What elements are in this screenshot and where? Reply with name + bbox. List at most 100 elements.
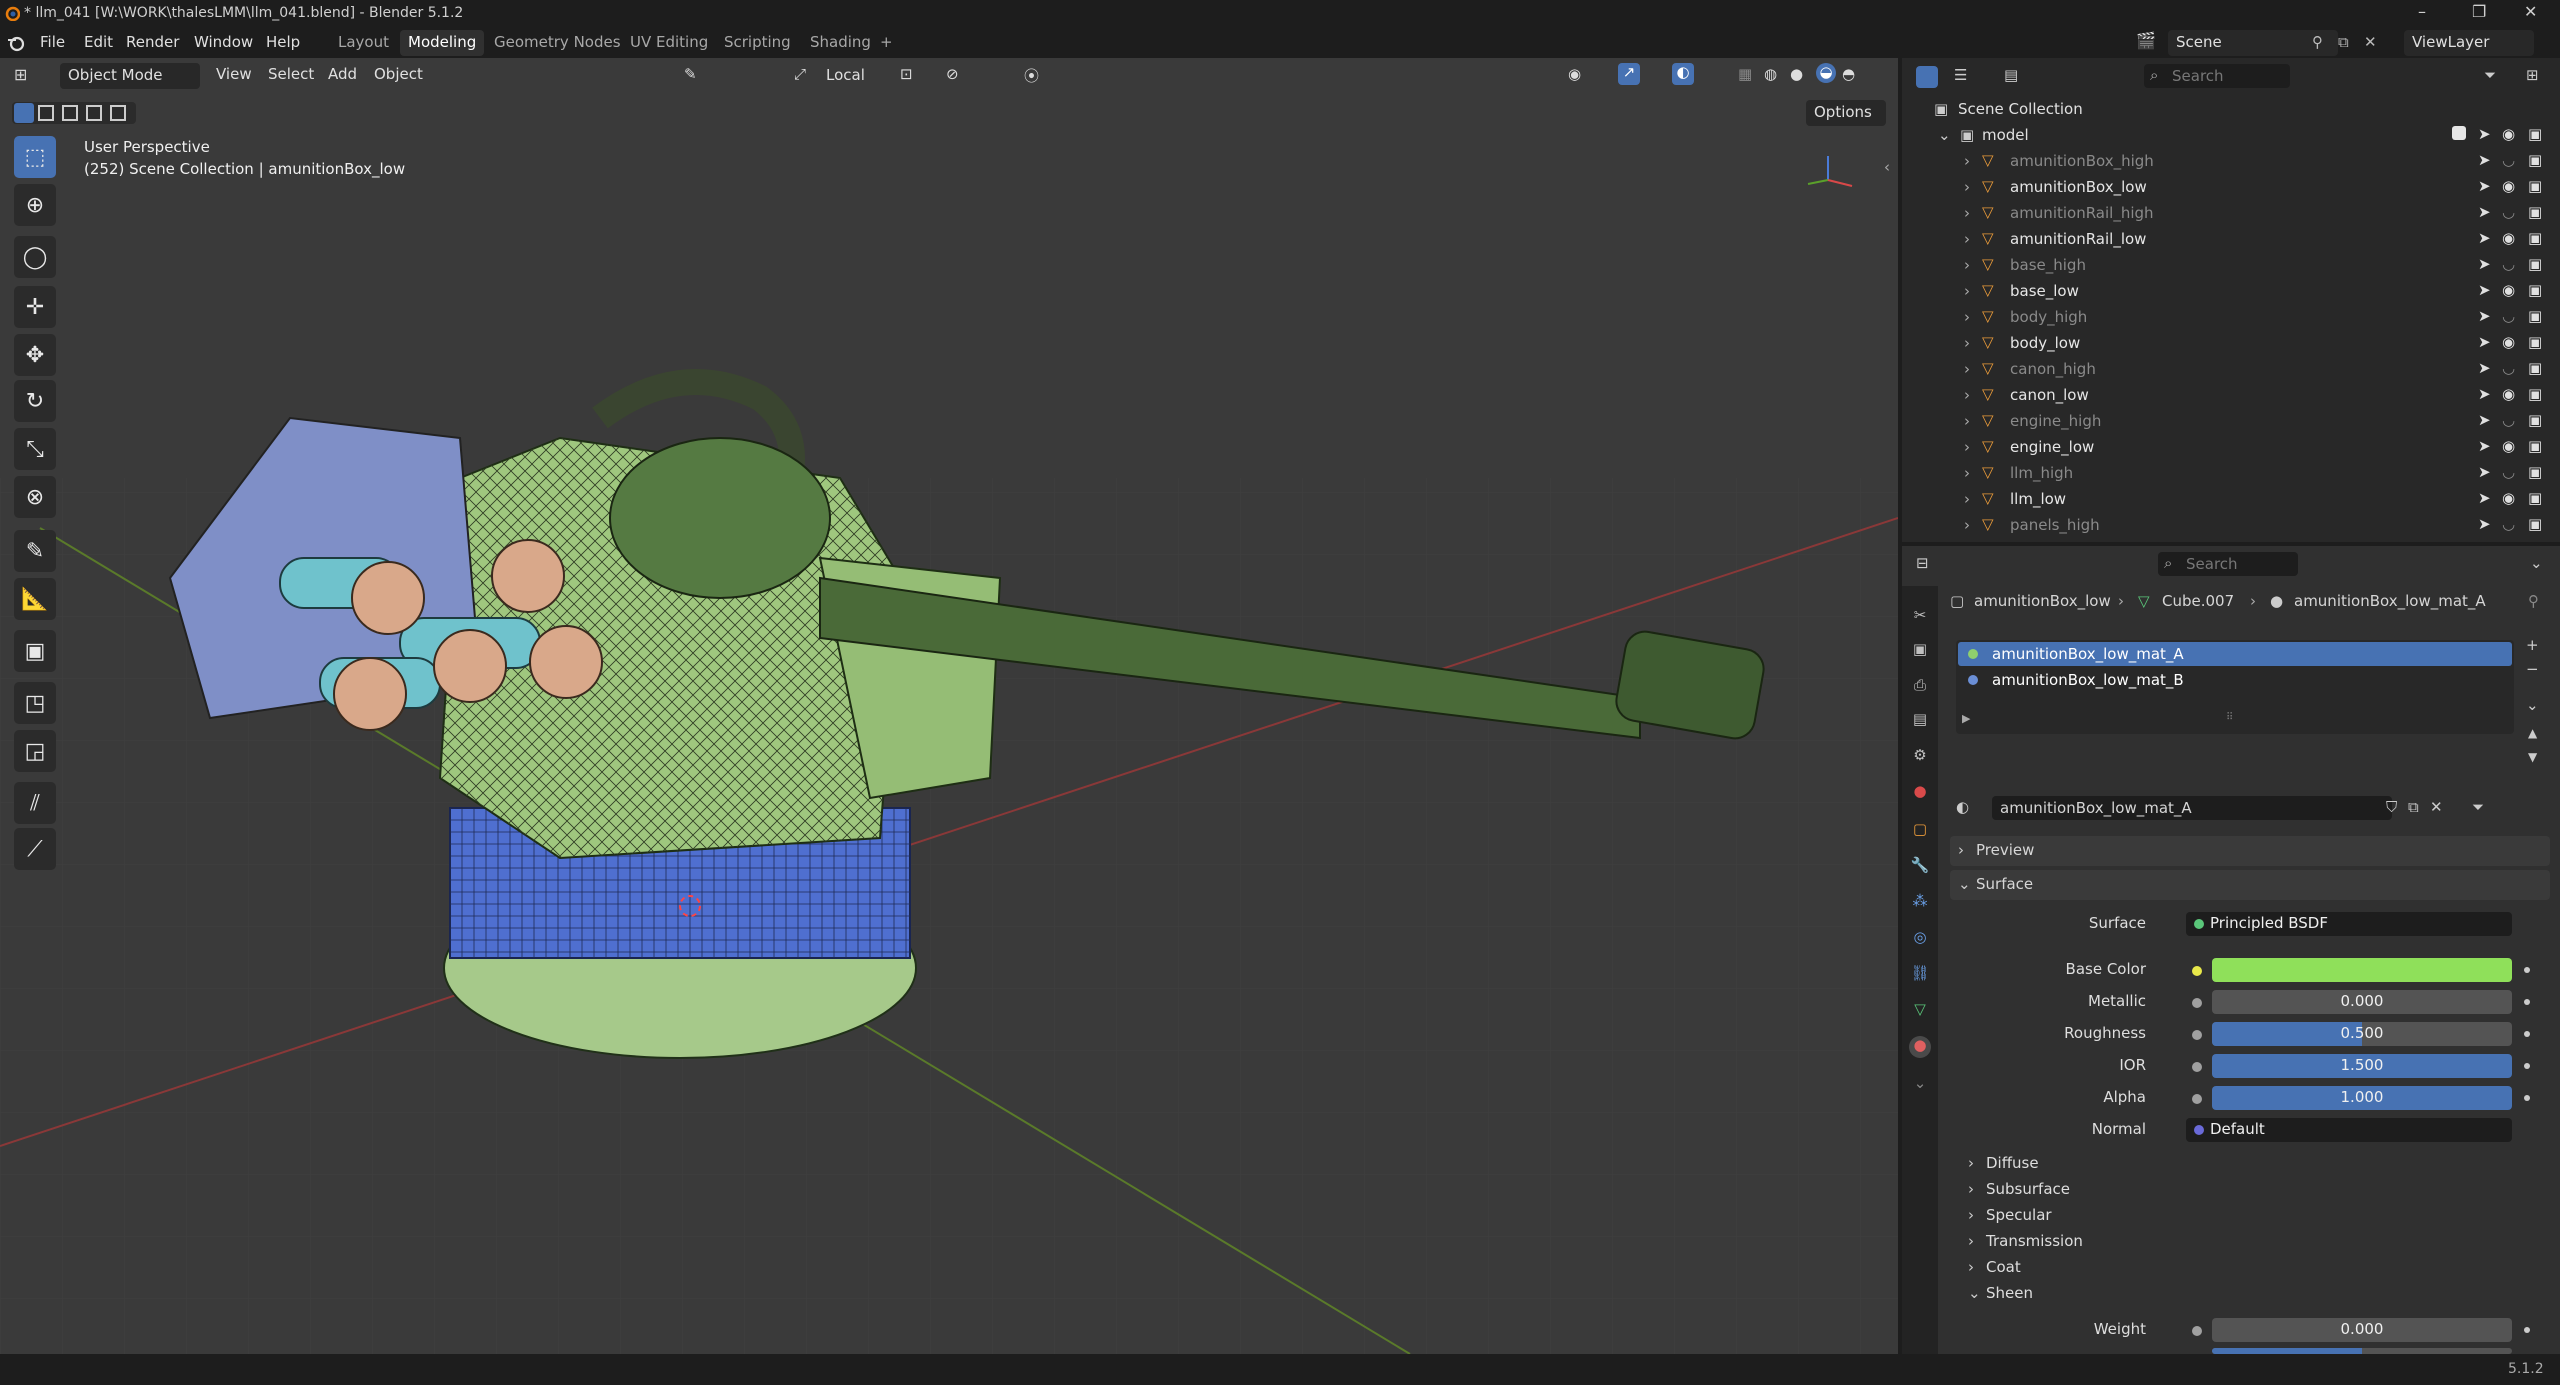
constraints-tab-icon[interactable]: ⛓ — [1909, 964, 1931, 986]
eye-closed-icon[interactable]: ◡ — [2502, 255, 2515, 273]
particles-tab-icon[interactable]: ⁂ — [1909, 892, 1931, 914]
chevron-right-icon[interactable]: › — [1964, 490, 1970, 508]
outliner-item-amunitionBox_high[interactable]: › ▽ amunitionBox_high ➤ ◡ ▣ — [1902, 148, 2560, 174]
move-tool-icon[interactable]: ✥ — [14, 334, 56, 376]
select-arrow-icon[interactable]: ➤ — [2478, 203, 2491, 221]
select-intersect-icon[interactable] — [110, 105, 126, 121]
keyframe-dot-icon[interactable] — [2524, 1327, 2530, 1333]
outliner-editor-icon[interactable] — [1916, 66, 1938, 88]
camera-icon[interactable]: ▣ — [2528, 489, 2542, 507]
gizmo-toggle-icon[interactable]: ↗ — [1618, 63, 1640, 85]
filter-icon[interactable]: ⏷ — [2472, 798, 2484, 816]
camera-icon[interactable]: ▣ — [2528, 125, 2542, 143]
cursor-tool-icon[interactable]: ⊕ — [14, 184, 56, 226]
scene-tab-icon[interactable]: ⚙ — [1909, 746, 1931, 768]
tab-modeling[interactable]: Modeling — [400, 30, 485, 56]
tool-tab-icon[interactable]: ✂ — [1909, 606, 1931, 628]
chevron-down-icon[interactable]: ⌄ — [1938, 126, 1951, 144]
select-arrow-icon[interactable]: ➤ — [2478, 385, 2491, 403]
eye-closed-icon[interactable]: ◡ — [2502, 151, 2515, 169]
select-subtract-icon[interactable] — [62, 105, 78, 121]
remove-scene-icon[interactable]: ✕ — [2364, 33, 2377, 51]
new-collection-icon[interactable]: ⊞ — [2526, 66, 2539, 84]
eye-icon[interactable]: ◉ — [2502, 489, 2515, 507]
chevron-right-icon[interactable]: › — [1964, 412, 1970, 430]
move-up-icon[interactable]: ▲ — [2528, 726, 2537, 740]
add-cube-tool-icon[interactable]: ▣ — [14, 630, 56, 672]
keyframe-dot-icon[interactable] — [2524, 1095, 2530, 1101]
value-socket-icon[interactable] — [2192, 1062, 2202, 1072]
keyframe-dot-icon[interactable] — [2524, 1063, 2530, 1069]
tab-layout[interactable]: Layout — [330, 30, 397, 56]
chevron-right-icon[interactable]: › — [1964, 230, 1970, 248]
surface-shader-field[interactable]: Principled BSDF — [2186, 912, 2512, 936]
select-arrow-icon[interactable]: ➤ — [2478, 125, 2491, 143]
camera-icon[interactable]: ▣ — [2528, 177, 2542, 195]
select-arrow-icon[interactable]: ➤ — [2478, 489, 2491, 507]
solid-shading-icon[interactable]: ● — [1790, 65, 1803, 83]
camera-icon[interactable]: ▣ — [2528, 333, 2542, 351]
select-arrow-icon[interactable]: ➤ — [2478, 229, 2491, 247]
preview-panel-header[interactable]: › Preview — [1950, 836, 2550, 866]
inset-tool-icon[interactable]: ◳ — [14, 682, 56, 724]
eye-icon[interactable]: ◉ — [2502, 333, 2515, 351]
minimize-icon[interactable]: – — [2418, 2, 2426, 21]
eye-icon[interactable]: ◉ — [2502, 385, 2515, 403]
select-arrow-icon[interactable]: ➤ — [2478, 437, 2491, 455]
add-workspace-button[interactable]: + — [872, 30, 901, 56]
tab-uv-editing[interactable]: UV Editing — [622, 30, 716, 56]
metallic-field[interactable]: 0.000 — [2212, 990, 2512, 1014]
camera-icon[interactable]: ▣ — [2528, 437, 2542, 455]
chevron-right-icon[interactable]: › — [1964, 516, 1970, 534]
modifier-tab-icon[interactable]: 🔧 — [1909, 856, 1931, 878]
outliner-item-engine_high[interactable]: › ▽ engine_high ➤ ◡ ▣ — [1902, 408, 2560, 434]
eye-icon[interactable]: ◉ — [2502, 229, 2515, 247]
visibility-icon[interactable]: ◉ — [1568, 65, 1581, 83]
select-box-tool-icon[interactable]: ⬚ — [14, 136, 56, 178]
eye-icon[interactable]: ◉ — [2502, 177, 2515, 195]
properties-editor-icon[interactable]: ⊟ — [1916, 554, 1929, 572]
surface-panel-header[interactable]: ⌄ Surface — [1950, 870, 2550, 900]
chevron-right-icon[interactable]: › — [1964, 152, 1970, 170]
snap-icon[interactable]: ⊘ — [946, 65, 959, 83]
pivot-icon[interactable]: ⊡ — [900, 65, 913, 83]
tab-scripting[interactable]: Scripting — [716, 30, 799, 56]
blender-menu-icon[interactable] — [6, 34, 26, 52]
view-layer-tab-icon[interactable]: ▤ — [1909, 710, 1931, 732]
keyframe-dot-icon[interactable] — [2524, 967, 2530, 973]
expand-icon[interactable]: ▶ — [1962, 712, 1970, 725]
select-arrow-icon[interactable]: ➤ — [2478, 281, 2491, 299]
select-extend-icon[interactable] — [38, 105, 54, 121]
keyframe-dot-icon[interactable] — [2524, 1031, 2530, 1037]
camera-icon[interactable]: ▣ — [2528, 411, 2542, 429]
chevron-right-icon[interactable]: › — [1964, 178, 1970, 196]
eye-closed-icon[interactable]: ◡ — [2502, 515, 2515, 533]
select-arrow-icon[interactable]: ➤ — [2478, 333, 2491, 351]
resize-handle-icon[interactable]: ⠿ — [2226, 712, 2233, 723]
filter-icon[interactable]: ⏷ — [2484, 66, 2496, 84]
base-color-field[interactable] — [2212, 958, 2512, 982]
keyframe-dot-icon[interactable] — [2524, 999, 2530, 1005]
subpanel-diffuse[interactable]: › Diffuse — [1968, 1152, 2528, 1176]
data-tab-icon[interactable]: ▽ — [1909, 1000, 1931, 1022]
menu-object[interactable]: Object — [374, 65, 423, 83]
pin-icon[interactable]: ⚲ — [2312, 33, 2323, 51]
outliner-item-body_low[interactable]: › ▽ body_low ➤ ◉ ▣ — [1902, 330, 2560, 356]
outliner-item-canon_high[interactable]: › ▽ canon_high ➤ ◡ ▣ — [1902, 356, 2560, 382]
subpanel-coat[interactable]: › Coat — [1968, 1256, 2528, 1280]
outliner-item-amunitionBox_low[interactable]: › ▽ amunitionBox_low ➤ ◉ ▣ — [1902, 174, 2560, 200]
chevron-right-icon[interactable]: › — [1964, 386, 1970, 404]
output-tab-icon[interactable]: ⎙ — [1909, 676, 1931, 698]
viewport-scene[interactable] — [0, 58, 1898, 1354]
material-slot[interactable]: amunitionBox_low_mat_B — [1958, 668, 2512, 692]
select-arrow-icon[interactable]: ➤ — [2478, 307, 2491, 325]
material-shading-icon[interactable]: ◒ — [1816, 63, 1836, 83]
material-slot[interactable]: amunitionBox_low_mat_A — [1958, 642, 2512, 666]
rendered-shading-icon[interactable]: ◓ — [1842, 65, 1855, 83]
eye-icon[interactable]: ◉ — [2502, 125, 2515, 143]
value-socket-icon[interactable] — [2192, 998, 2202, 1008]
select-arrow-icon[interactable]: ➤ — [2478, 151, 2491, 169]
value-socket-icon[interactable] — [2192, 1094, 2202, 1104]
chevron-right-icon[interactable]: › — [1964, 360, 1970, 378]
alpha-field[interactable]: 1.000 — [2212, 1086, 2512, 1110]
